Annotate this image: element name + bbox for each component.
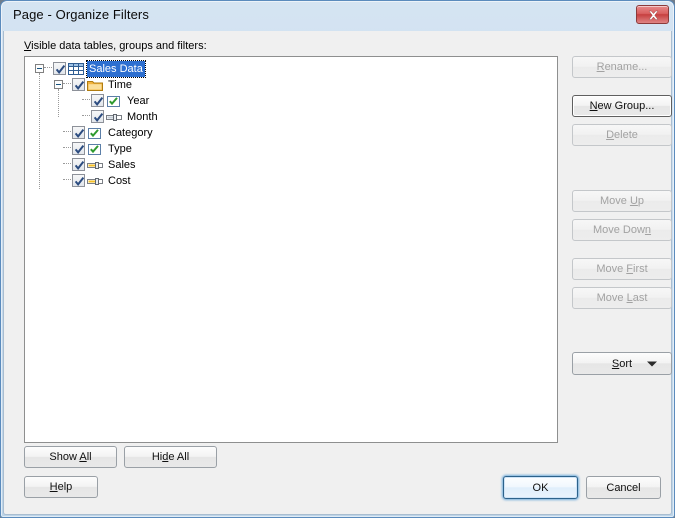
show-all-button[interactable]: Show All bbox=[24, 446, 117, 468]
tree-trunk-line-time bbox=[58, 89, 60, 117]
tree-expander-spacer bbox=[54, 128, 63, 137]
folder-icon bbox=[87, 78, 103, 92]
move-last-button-label: Move Last bbox=[596, 292, 648, 304]
sort-button-label: Sort bbox=[611, 357, 633, 370]
tree-node-label[interactable]: Year bbox=[125, 93, 151, 109]
tree-node-label[interactable]: Time bbox=[106, 77, 134, 93]
window-title: Page - Organize Filters bbox=[13, 7, 149, 22]
tree-node-label[interactable]: Type bbox=[106, 141, 134, 157]
tree-node-label[interactable]: Month bbox=[125, 109, 160, 125]
close-icon bbox=[648, 10, 659, 20]
checkmark-icon bbox=[74, 81, 85, 91]
tree-node-checkbox[interactable] bbox=[53, 62, 66, 76]
tree-connector-line bbox=[63, 147, 71, 149]
move-down-button[interactable]: Move Down bbox=[572, 219, 672, 241]
tree-node-checkbox[interactable] bbox=[72, 126, 85, 140]
show-all-button-label: Show All bbox=[49, 451, 92, 463]
tree-node-checkbox[interactable] bbox=[91, 94, 104, 108]
tree-node-type[interactable]: Type bbox=[25, 141, 557, 157]
ok-button[interactable]: OK bbox=[503, 476, 578, 499]
tree-connector-line bbox=[82, 115, 90, 117]
rename-button[interactable]: Rename... bbox=[572, 56, 672, 78]
table-icon bbox=[68, 62, 84, 76]
checkbox-filter-icon bbox=[87, 142, 103, 156]
tree-node-sales[interactable]: Sales bbox=[25, 157, 557, 173]
tree-expander-spacer bbox=[73, 96, 82, 105]
tree-node-label[interactable]: Sales bbox=[106, 157, 138, 173]
tree-node-checkbox[interactable] bbox=[91, 110, 104, 124]
tree-node-checkbox[interactable] bbox=[72, 174, 85, 188]
checkbox-filter-icon bbox=[106, 94, 122, 108]
range-filter-icon bbox=[106, 110, 122, 124]
sort-button[interactable]: Sort bbox=[572, 352, 672, 375]
tree-node-checkbox[interactable] bbox=[72, 158, 85, 172]
checkmark-icon bbox=[74, 177, 85, 187]
tree-node-sales-data[interactable]: Sales Data bbox=[25, 60, 557, 79]
filters-tree-panel[interactable]: Sales Data Time Year Month Category Type Sales… bbox=[24, 56, 558, 443]
tree-connector-line bbox=[82, 99, 90, 101]
delete-button[interactable]: Delete bbox=[572, 124, 672, 146]
checkmark-icon bbox=[74, 161, 85, 171]
tree-caption: Visible data tables, groups and filters: bbox=[24, 40, 207, 52]
tree-connector-line bbox=[63, 163, 71, 165]
dialog-window: Page - Organize Filters Visible data tab… bbox=[0, 0, 675, 518]
checkmark-icon bbox=[74, 145, 85, 155]
checkmark-icon bbox=[55, 65, 66, 75]
tree-expander-spacer bbox=[54, 176, 63, 185]
move-first-button-label: Move First bbox=[596, 263, 648, 275]
chevron-down-icon bbox=[647, 361, 657, 366]
tree-node-time[interactable]: Time bbox=[25, 77, 557, 93]
tree-node-category[interactable]: Category bbox=[25, 125, 557, 141]
tree-caption-rest: isible data tables, groups and filters: bbox=[31, 40, 207, 52]
tree-connector-line bbox=[63, 131, 71, 133]
tree-connector-line bbox=[44, 67, 52, 69]
title-bar: Page - Organize Filters bbox=[1, 1, 674, 31]
tree-node-cost[interactable]: Cost bbox=[25, 173, 557, 189]
move-up-button-label: Move Up bbox=[599, 195, 645, 207]
hide-all-button-label: Hide All bbox=[151, 451, 190, 463]
close-button[interactable] bbox=[636, 5, 669, 24]
hide-all-button[interactable]: Hide All bbox=[124, 446, 217, 468]
tree-node-checkbox[interactable] bbox=[72, 78, 85, 92]
tree-node-label[interactable]: Sales Data bbox=[86, 60, 146, 79]
tree-node-label[interactable]: Category bbox=[106, 125, 155, 141]
rename-button-label: Rename... bbox=[596, 61, 648, 73]
checkbox-filter-icon bbox=[87, 126, 103, 140]
tree-expander-spacer bbox=[73, 112, 82, 121]
range-filter-icon bbox=[87, 158, 103, 172]
tree-expander-spacer bbox=[54, 160, 63, 169]
tree-expander-collapse-icon[interactable] bbox=[35, 64, 44, 74]
tree-connector-line bbox=[63, 179, 71, 181]
move-down-button-label: Move Down bbox=[592, 224, 652, 236]
move-first-button[interactable]: Move First bbox=[572, 258, 672, 280]
cancel-button[interactable]: Cancel bbox=[586, 476, 661, 499]
move-up-button[interactable]: Move Up bbox=[572, 190, 672, 212]
delete-button-label: Delete bbox=[606, 129, 638, 141]
cancel-button-label: Cancel bbox=[606, 481, 641, 494]
tree-node-label[interactable]: Cost bbox=[106, 173, 133, 189]
tree-trunk-line-root bbox=[39, 73, 41, 189]
ok-button-label: OK bbox=[532, 481, 549, 494]
new-group-button[interactable]: New Group... bbox=[572, 95, 672, 117]
help-button-label: Help bbox=[49, 481, 73, 493]
checkmark-icon bbox=[74, 129, 85, 139]
checkmark-icon bbox=[93, 113, 104, 123]
dialog-client-area: Visible data tables, groups and filters:… bbox=[3, 31, 672, 515]
checkmark-icon bbox=[93, 97, 104, 107]
tree-node-year[interactable]: Year bbox=[25, 93, 557, 109]
tree-node-month[interactable]: Month bbox=[25, 109, 557, 125]
range-filter-icon bbox=[87, 174, 103, 188]
tree-node-checkbox[interactable] bbox=[72, 142, 85, 156]
move-last-button[interactable]: Move Last bbox=[572, 287, 672, 309]
help-button[interactable]: Help bbox=[24, 476, 98, 498]
filters-tree[interactable]: Sales Data Time Year Month Category Type Sales… bbox=[25, 57, 557, 189]
tree-expander-collapse-icon[interactable] bbox=[54, 80, 63, 90]
tree-connector-line bbox=[63, 83, 71, 85]
new-group-button-label: New Group... bbox=[589, 100, 655, 112]
tree-expander-spacer bbox=[54, 144, 63, 153]
